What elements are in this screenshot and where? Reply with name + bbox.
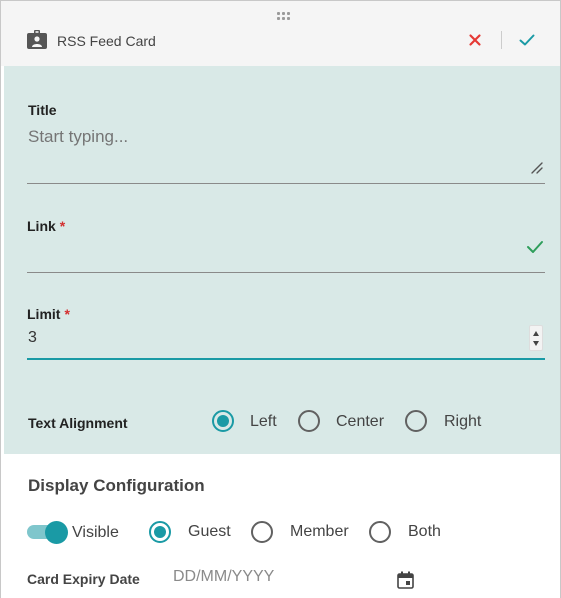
id-badge-icon: [27, 30, 47, 49]
title-input[interactable]: [28, 123, 518, 151]
toggle-knob: [45, 521, 68, 544]
card-title: RSS Feed Card: [57, 33, 156, 49]
audience-guest-label[interactable]: Guest: [188, 523, 231, 541]
limit-input[interactable]: [28, 325, 508, 351]
align-left-label[interactable]: Left: [250, 413, 277, 431]
calendar-icon[interactable]: [397, 571, 414, 589]
required-asterisk: *: [59, 218, 66, 234]
audience-member-radio[interactable]: [251, 521, 273, 543]
close-icon[interactable]: [466, 31, 484, 49]
resize-handle-icon[interactable]: [530, 161, 544, 175]
rss-feed-card: RSS Feed Card Title Link* Limit* Text Al…: [0, 0, 561, 598]
display-configuration-heading: Display Configuration: [28, 476, 205, 495]
feed-settings-form: Title Link* Limit* Text Alignment Left C…: [4, 66, 560, 454]
limit-label: Limit *: [27, 306, 70, 322]
valid-check-icon: [527, 241, 543, 253]
drag-handle-icon[interactable]: [277, 12, 292, 23]
limit-underline: [27, 358, 545, 360]
link-input[interactable]: [28, 236, 518, 264]
expiry-date-input[interactable]: [173, 565, 388, 589]
check-icon[interactable]: [517, 31, 537, 49]
card-expiry-label: Card Expiry Date: [27, 571, 140, 587]
align-left-radio[interactable]: [212, 410, 234, 432]
title-underline: [27, 183, 545, 184]
align-right-label[interactable]: Right: [444, 413, 481, 431]
visible-label[interactable]: Visible: [72, 524, 119, 542]
audience-guest-radio[interactable]: [149, 521, 171, 543]
link-underline: [27, 272, 545, 273]
align-right-radio[interactable]: [405, 410, 427, 432]
limit-stepper[interactable]: [529, 325, 543, 351]
text-alignment-label: Text Alignment: [28, 415, 128, 431]
card-header: RSS Feed Card: [1, 1, 560, 66]
align-center-radio[interactable]: [298, 410, 320, 432]
required-asterisk: *: [64, 306, 70, 322]
header-divider: [501, 31, 502, 49]
title-label: Title: [28, 102, 57, 118]
visible-toggle[interactable]: [27, 521, 68, 544]
link-label: Link *: [27, 218, 66, 234]
audience-both-label[interactable]: Both: [408, 523, 441, 541]
increment-arrow-icon[interactable]: [533, 331, 539, 336]
align-center-label[interactable]: Center: [336, 413, 384, 431]
audience-member-label[interactable]: Member: [290, 523, 349, 541]
decrement-arrow-icon[interactable]: [533, 341, 539, 346]
audience-both-radio[interactable]: [369, 521, 391, 543]
